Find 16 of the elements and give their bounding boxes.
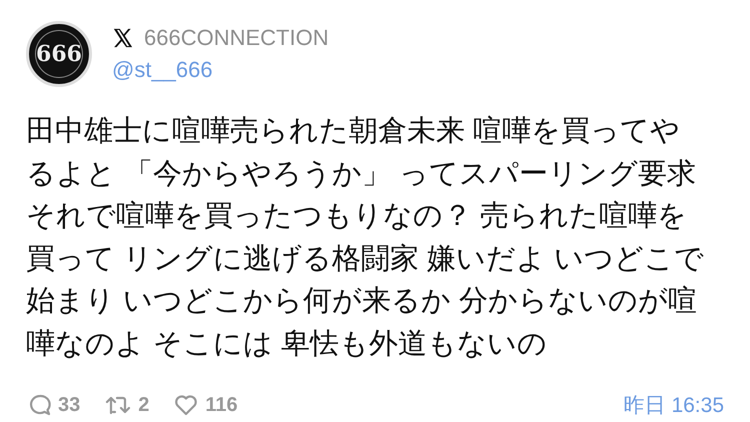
tweet-text-line: 始まり いつどこから何が来るか 分からないのが喧 — [26, 284, 698, 319]
post-time[interactable]: 昨日 16:35 — [624, 391, 724, 419]
account-name: 666CONNECTION — [144, 25, 329, 51]
stat-count: 116 — [205, 394, 238, 416]
speech-bubble-icon[interactable] — [28, 393, 52, 417]
tweet-text-line: 田中雄士に喧嘩売られた朝倉未来 喧嘩を買ってや — [26, 114, 682, 149]
tweet-text-line: るよと 「今からやろうか」 ってスパーリング要求 — [26, 156, 698, 192]
x-logo-icon — [112, 27, 134, 49]
tweet-text-line: 嘩なのよ そこには 卑怯も外道もないの — [26, 326, 548, 362]
stat-count: 33 — [58, 394, 80, 416]
heart-icon[interactable] — [173, 393, 200, 417]
avatar[interactable]: 666 — [26, 21, 92, 87]
account-handle[interactable]: @st__666 — [112, 57, 329, 83]
tweet-text-line: 買って リングに逃げる格闘家 嫌いだよ いつどこで — [26, 242, 706, 276]
tweet-text-line: それで喧嘩を買ったつもりなの？ 売られた喧嘩を — [26, 199, 688, 234]
stat-count: 2 — [138, 394, 150, 416]
